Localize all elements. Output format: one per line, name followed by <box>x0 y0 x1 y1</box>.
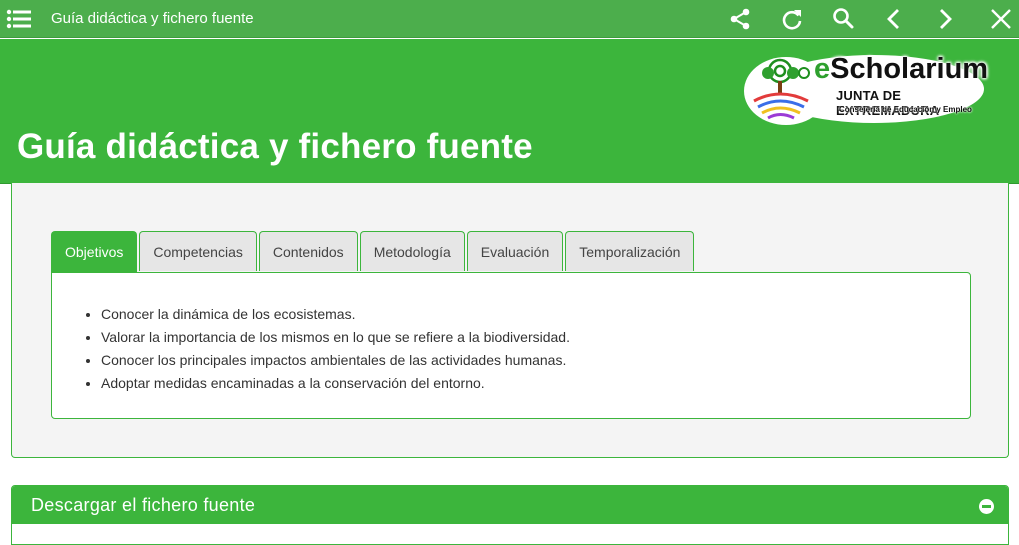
logo-brand-text: eScholarium <box>814 53 989 85</box>
list-item: Conocer los principales impactos ambient… <box>101 349 570 372</box>
logo-department: Consejería de Educación y Empleo <box>839 105 972 114</box>
collapse-icon[interactable] <box>979 499 994 514</box>
escholarium-logo: eScholarium JUNTA DE EXTREMADURA Conseje… <box>744 51 988 125</box>
header-banner: eScholarium JUNTA DE EXTREMADURA Conseje… <box>0 39 1019 184</box>
download-section: Descargar el fichero fuente <box>11 485 1009 545</box>
page-title: Guía didáctica y fichero fuente <box>17 127 533 166</box>
tab-contenidos[interactable]: Contenidos <box>258 231 358 271</box>
list-item: Adoptar medidas encaminadas a la conserv… <box>101 372 570 395</box>
list-item: Valorar la importancia de los mismos en … <box>101 326 570 349</box>
tab-objetivos[interactable]: Objetivos <box>51 231 138 272</box>
tab-metodologia[interactable]: Metodología <box>359 231 465 271</box>
objectives-list: Conocer la dinámica de los ecosistemas. … <box>101 303 570 395</box>
refresh-icon[interactable] <box>779 6 805 32</box>
menu-icon[interactable] <box>6 9 34 29</box>
guide-panel: Objetivos Competencias Contenidos Metodo… <box>11 183 1009 458</box>
top-app-bar: Guía didáctica y fichero fuente <box>0 0 1019 38</box>
tab-bar: Objetivos Competencias Contenidos Metodo… <box>51 231 696 272</box>
download-section-header[interactable]: Descargar el fichero fuente <box>12 486 1008 524</box>
tab-temporalizacion[interactable]: Temporalización <box>565 231 695 271</box>
tab-competencias[interactable]: Competencias <box>139 231 257 271</box>
tab-evaluacion[interactable]: Evaluación <box>466 231 564 271</box>
list-item: Conocer la dinámica de los ecosistemas. <box>101 303 570 326</box>
close-icon[interactable] <box>988 6 1014 32</box>
topbar-title: Guía didáctica y fichero fuente <box>51 10 254 27</box>
search-icon[interactable] <box>830 6 856 32</box>
tab-panel-objetivos: Conocer la dinámica de los ecosistemas. … <box>51 272 971 419</box>
chevron-right-icon[interactable] <box>932 6 958 32</box>
chevron-left-icon[interactable] <box>881 6 907 32</box>
download-section-title: Descargar el fichero fuente <box>31 495 256 515</box>
share-icon[interactable] <box>727 6 753 32</box>
